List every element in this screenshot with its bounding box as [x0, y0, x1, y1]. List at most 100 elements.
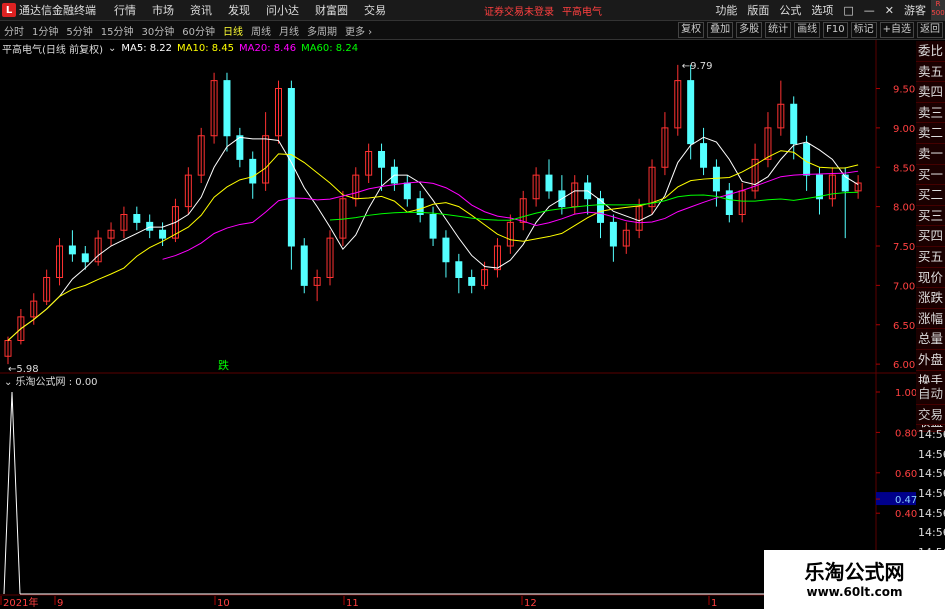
watermark-line1: 乐淘公式网: [804, 560, 905, 584]
candle-body: [815, 174, 823, 200]
quote-label: 卖四: [916, 82, 945, 103]
date-tick-label: 12: [524, 598, 537, 609]
r500-badge-text: R 500: [931, 0, 945, 17]
minimize-button[interactable]: —: [864, 4, 875, 17]
tool-duogu[interactable]: 多股: [736, 22, 763, 38]
candle-body: [661, 127, 669, 168]
quote-label: 卖一: [916, 143, 945, 165]
trade-time-label: 14:56: [918, 447, 945, 461]
tool-f10[interactable]: F10: [823, 22, 848, 38]
price-tick-label: 6.00: [893, 360, 915, 371]
candle-body: [287, 88, 295, 247]
menu-xuanxiang[interactable]: 选项: [811, 2, 833, 18]
menu-wenxiaoda[interactable]: 问小达: [266, 2, 299, 18]
price-tick-label: 9.50: [893, 85, 915, 96]
tab-more[interactable]: 更多 ›: [344, 23, 373, 38]
high-price-label: ←9.79: [682, 61, 713, 72]
chart-title: 平高电气(日线 前复权): [2, 44, 103, 56]
tab-weekly[interactable]: 周线: [250, 23, 272, 38]
tab-5min[interactable]: 5分钟: [65, 23, 93, 38]
quote-label: 买二: [916, 185, 945, 206]
candle-body: [159, 229, 167, 239]
tool-biaoji[interactable]: 标记: [850, 22, 877, 38]
tab-60min[interactable]: 60分钟: [181, 23, 216, 38]
trade-time-label: 自动: [916, 384, 945, 405]
candle-body: [442, 237, 450, 263]
quote-label: 卖五: [916, 61, 945, 83]
app-logo-icon: L: [2, 3, 16, 17]
candle-body: [94, 237, 102, 263]
menu-gongneng[interactable]: 功能: [715, 2, 737, 18]
candle-body: [120, 214, 128, 231]
menu-caifuquan[interactable]: 财富圈: [315, 2, 348, 18]
candle-body: [17, 316, 25, 341]
stock-name-top: 平高电气: [562, 6, 602, 18]
tab-monthly[interactable]: 月线: [278, 23, 300, 38]
candle-body: [764, 127, 772, 160]
trade-time-label: 14:56: [918, 486, 945, 500]
candle-body: [584, 182, 592, 200]
login-notice[interactable]: 证券交易未登录: [484, 3, 554, 18]
menu-faxian[interactable]: 发现: [228, 2, 250, 18]
candle-body: [403, 182, 411, 200]
trade-time-label: 14:56: [918, 467, 945, 481]
tab-1min[interactable]: 1分钟: [31, 23, 59, 38]
candle-body: [777, 103, 785, 129]
candle-body: [648, 166, 656, 208]
indicator-tick-label: 0.47: [895, 495, 917, 506]
tool-huaxian[interactable]: 画线: [794, 22, 821, 38]
candle-body: [223, 80, 231, 137]
candle-body: [429, 214, 437, 239]
candle-body: [313, 277, 321, 286]
chevron-down-icon[interactable]: ⌄: [108, 43, 116, 54]
candle-body: [416, 198, 424, 215]
ma10-value: MA10: 8.45: [177, 42, 235, 54]
menu-zixun[interactable]: 资讯: [190, 2, 212, 18]
menu-shichang[interactable]: 市场: [152, 2, 174, 18]
date-tick-label: 9: [57, 598, 63, 609]
menu-jiaoyi[interactable]: 交易: [364, 2, 386, 18]
indicator-line: [3, 391, 21, 595]
candle-body: [56, 245, 64, 278]
tab-multi-period[interactable]: 多周期: [306, 23, 338, 38]
tab-fenshi[interactable]: 分时: [3, 23, 25, 38]
candle-body: [558, 190, 566, 208]
tool-diejia[interactable]: 叠加: [707, 22, 734, 38]
candle-body: [854, 182, 862, 192]
indicator-tick-label: 1.00: [895, 388, 917, 399]
menu-gongshi[interactable]: 公式: [779, 2, 801, 18]
menu-hangqing[interactable]: 行情: [114, 2, 136, 18]
candle-body: [545, 174, 553, 192]
candle-body: [339, 198, 347, 239]
candle-body: [262, 135, 270, 184]
user-label[interactable]: 游客: [904, 2, 926, 18]
quote-label: 外盘: [916, 349, 945, 371]
maximize-button[interactable]: □: [843, 4, 853, 17]
ma-line-ma20: [162, 170, 859, 260]
close-button[interactable]: ✕: [885, 4, 894, 17]
menu-banmian[interactable]: 版面: [747, 2, 769, 18]
indicator-tick-label: 0.80: [895, 428, 917, 439]
date-tick-label: 2021年: [3, 596, 38, 609]
price-tick-label: 7.00: [893, 281, 915, 292]
trade-time-label: 14:56: [918, 526, 945, 540]
kline-chart: 9.50 9.00 8.50 8.00 7.50 7.00 6.50 6.00 ←9.79 ←5…: [0, 40, 917, 609]
quote-label: 总量: [916, 329, 945, 350]
tool-fuquan[interactable]: 复权: [678, 22, 705, 38]
price-tick-label: 8.00: [893, 203, 915, 214]
tool-add-watchlist[interactable]: +自选: [879, 22, 914, 38]
tab-15min[interactable]: 15分钟: [100, 23, 135, 38]
ma-line-ma5: [7, 136, 859, 341]
candle-body: [725, 190, 733, 215]
candle-body: [146, 221, 154, 231]
indicator-title: ⌄ 乐淘公式网 : 0.00: [4, 375, 98, 388]
tool-back[interactable]: 返回: [917, 22, 943, 38]
ma60-value: MA60: 8.24: [301, 42, 359, 54]
tab-daily[interactable]: 日线: [222, 23, 244, 38]
candle-body: [687, 80, 695, 145]
tool-tongji[interactable]: 统计: [765, 22, 792, 38]
candle-body: [674, 80, 682, 129]
tab-30min[interactable]: 30分钟: [140, 23, 175, 38]
candle-body: [68, 245, 76, 255]
candle-body: [622, 229, 630, 247]
